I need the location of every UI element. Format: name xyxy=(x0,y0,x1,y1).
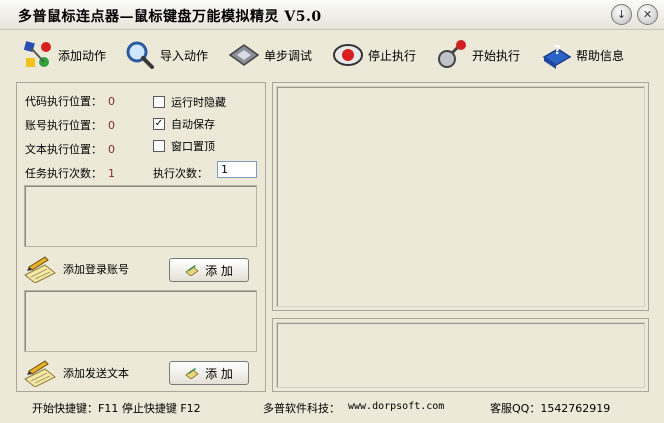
window-top-box[interactable] xyxy=(153,140,165,152)
stop-icon xyxy=(332,39,364,71)
auto-save-box[interactable]: ✓ xyxy=(153,118,165,130)
main-window: 多普鼠标连点器—鼠标键盘万能模拟精灵 V5.0 ↓ ✕ 添加动作 导入动作 单步… xyxy=(0,0,664,423)
auto-save-checkbox[interactable]: ✓ 自动保存 xyxy=(153,116,215,132)
account-list[interactable] xyxy=(24,185,257,247)
stop-label: 停止执行 xyxy=(368,48,417,63)
hide-on-run-label: 运行时隐藏 xyxy=(171,96,226,109)
text-list[interactable] xyxy=(24,290,257,352)
code-position-row: 代码执行位置： 0 xyxy=(25,93,115,109)
stop-button[interactable]: 停止执行 xyxy=(332,38,416,72)
close-button[interactable]: ✕ xyxy=(637,4,658,25)
minimize-icon: ↓ xyxy=(616,8,627,21)
add-account-button-label: 添 加 xyxy=(205,263,233,278)
action-list-panel[interactable] xyxy=(272,82,649,311)
add-text-row: 添加发送文本 xyxy=(23,359,129,388)
add-text-label: 添加发送文本 xyxy=(63,367,129,380)
help-book-icon: ? xyxy=(540,39,572,71)
settings-panel: 代码执行位置： 0 账号执行位置： 0 文本执行位置： 0 任务执行次数： 1 运行时隐… xyxy=(16,82,266,392)
add-text-button[interactable]: 添 加 xyxy=(169,361,249,385)
notepad-pencil-icon xyxy=(23,359,57,388)
step-debug-label: 单步调试 xyxy=(264,48,313,63)
step-debug-button[interactable]: 单步调试 xyxy=(228,38,312,72)
task-count-label: 任务执行次数： xyxy=(25,167,102,180)
window-top-label: 窗口置顶 xyxy=(171,140,215,153)
task-count-row: 任务执行次数： 1 xyxy=(25,165,115,181)
text-position-value: 0 xyxy=(108,143,115,156)
hide-on-run-checkbox[interactable]: 运行时隐藏 xyxy=(153,94,226,110)
add-action-button[interactable]: 添加动作 xyxy=(22,38,106,72)
add-action-label: 添加动作 xyxy=(58,48,107,63)
action-list-area[interactable] xyxy=(276,86,645,307)
help-label: 帮助信息 xyxy=(576,48,625,63)
svg-text:?: ? xyxy=(554,43,561,57)
hotkey-info: 开始快捷键：F11 停止快捷键 F12 xyxy=(32,402,201,415)
notepad-pencil-icon xyxy=(23,255,57,284)
add-account-row: 添加登录账号 xyxy=(23,255,129,284)
code-position-value: 0 xyxy=(108,95,115,108)
start-button[interactable]: 开始执行 xyxy=(436,38,520,72)
text-position-row: 文本执行位置： 0 xyxy=(25,141,115,157)
minimize-button[interactable]: ↓ xyxy=(611,4,632,25)
start-icon xyxy=(436,39,468,71)
window-top-checkbox[interactable]: 窗口置顶 xyxy=(153,138,215,154)
log-area[interactable] xyxy=(276,322,645,388)
window-title: 多普鼠标连点器—鼠标键盘万能模拟精灵 V5.0 xyxy=(18,9,322,25)
add-account-label: 添加登录账号 xyxy=(63,263,129,276)
start-label: 开始执行 xyxy=(472,48,521,63)
account-position-value: 0 xyxy=(108,119,115,132)
hide-on-run-box[interactable] xyxy=(153,96,165,108)
add-action-icon xyxy=(22,39,54,71)
import-action-label: 导入动作 xyxy=(160,48,209,63)
support-qq: 客服QQ：1542762919 xyxy=(490,402,611,415)
website-link[interactable]: www.dorpsoft.com xyxy=(348,401,444,412)
add-account-button[interactable]: 添 加 xyxy=(169,258,249,282)
add-text-button-label: 添 加 xyxy=(205,366,233,381)
add-button-icon xyxy=(185,367,199,380)
text-position-label: 文本执行位置： xyxy=(25,143,102,156)
code-position-label: 代码执行位置： xyxy=(25,95,102,108)
log-panel[interactable] xyxy=(272,318,649,392)
import-action-button[interactable]: 导入动作 xyxy=(124,38,208,72)
add-button-icon xyxy=(185,264,199,277)
task-count-value: 1 xyxy=(108,167,115,180)
account-position-row: 账号执行位置： 0 xyxy=(25,117,115,133)
magnifier-icon xyxy=(124,39,156,71)
auto-save-label: 自动保存 xyxy=(171,118,215,131)
toolbar: 添加动作 导入动作 单步调试 停止执行 开始执行 ? 帮助信息 xyxy=(0,30,664,78)
close-icon: ✕ xyxy=(642,8,653,21)
exec-count-label: 执行次数： xyxy=(153,167,208,180)
title-bar: 多普鼠标连点器—鼠标键盘万能模拟精灵 V5.0 ↓ ✕ xyxy=(0,0,664,30)
debug-icon xyxy=(228,39,260,71)
company-label: 多普软件科技： xyxy=(263,402,340,415)
help-button[interactable]: ? 帮助信息 xyxy=(540,38,624,72)
exec-count-input[interactable] xyxy=(217,161,257,178)
status-bar: 开始快捷键：F11 停止快捷键 F12 多普软件科技： www.dorpsoft… xyxy=(0,396,664,418)
account-position-label: 账号执行位置： xyxy=(25,119,102,132)
